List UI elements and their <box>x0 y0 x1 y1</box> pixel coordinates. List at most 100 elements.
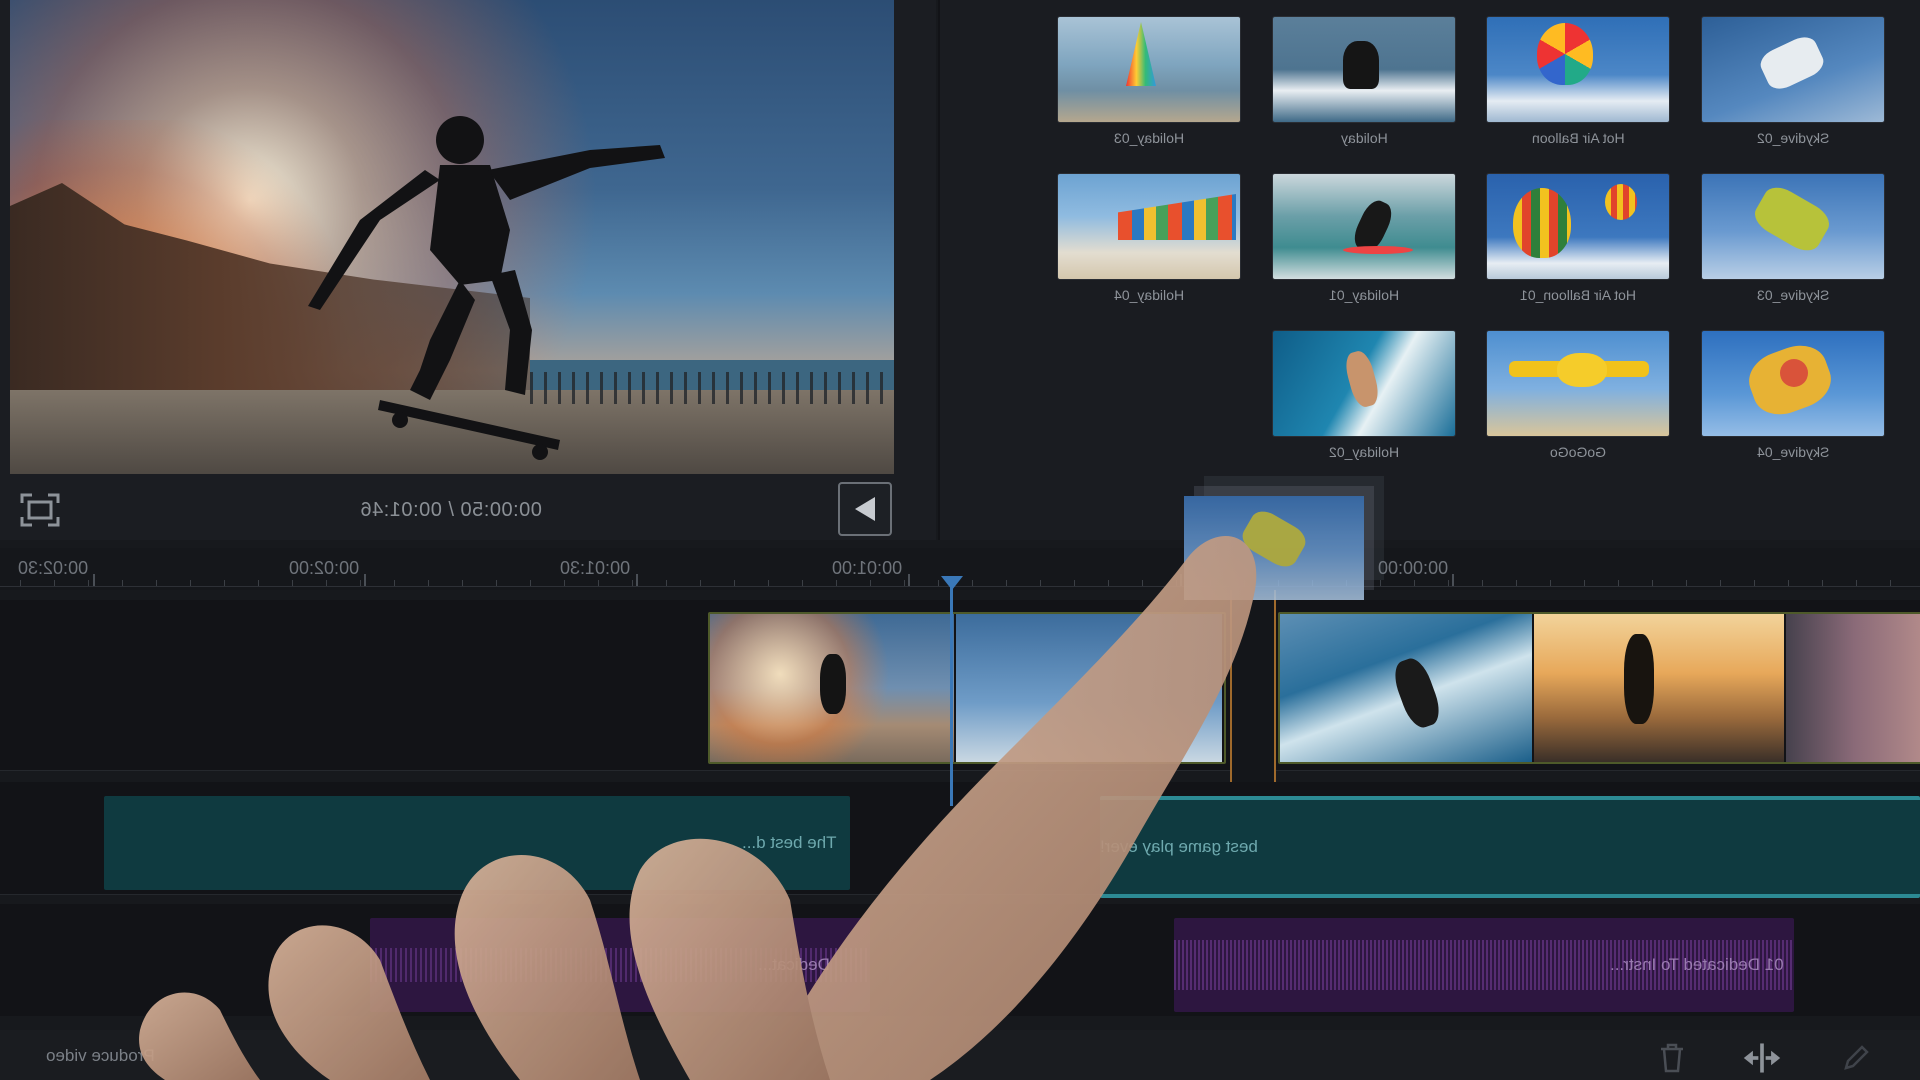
ruler-minor-tick <box>904 580 905 586</box>
dragged-clip-ghost <box>1184 496 1364 600</box>
ruler-minor-tick <box>972 580 973 586</box>
ruler-minor-tick <box>54 580 55 586</box>
media-thumbnail[interactable] <box>1487 17 1669 122</box>
ruler-minor-tick <box>1686 580 1687 586</box>
title-clip[interactable]: The best d... <box>104 796 850 890</box>
media-thumbnail[interactable] <box>1058 17 1240 122</box>
bottom-toolbar <box>0 1030 1920 1080</box>
preview-panel <box>0 0 936 540</box>
ruler-minor-tick <box>938 580 939 586</box>
playhead[interactable] <box>950 576 953 806</box>
title-clip-text: best game play ever! <box>1100 837 1258 856</box>
media-label: Holiday_03 <box>1113 130 1185 146</box>
playhead-handle[interactable] <box>941 576 963 590</box>
skater-silhouette <box>308 116 665 460</box>
media-label: Skydive_04 <box>1756 444 1830 460</box>
ruler-minor-tick <box>88 580 89 586</box>
ruler-minor-tick <box>870 580 871 586</box>
fullscreen-button[interactable] <box>18 490 62 530</box>
audio-clip[interactable]: 01 Dedicated To Instr... <box>1174 918 1794 1012</box>
ruler-minor-tick <box>1482 580 1483 586</box>
ruler-minor-tick <box>292 580 293 586</box>
media-thumbnail[interactable] <box>1273 331 1455 436</box>
ruler-minor-tick <box>462 580 463 586</box>
media-label: Hot Air Balloon_01 <box>1520 287 1636 303</box>
media-label: Holiday_04 <box>1113 287 1185 303</box>
media-thumbnail[interactable] <box>1487 174 1669 279</box>
ruler-minor-tick <box>1448 580 1449 586</box>
ruler-major-tick <box>364 574 366 586</box>
ruler-minor-tick <box>190 580 191 586</box>
video-clip[interactable] <box>1278 612 1920 764</box>
insert-position-marker <box>1230 590 1276 790</box>
timecode-display: 00:00:50 / 00:01:46 <box>360 499 542 521</box>
ruler-minor-tick <box>496 580 497 586</box>
ruler-minor-tick <box>564 580 565 586</box>
ruler-minor-tick <box>1890 580 1891 586</box>
pencil-icon <box>1844 1045 1869 1070</box>
media-thumbnail[interactable] <box>1702 17 1884 122</box>
split-icon <box>1743 1043 1781 1073</box>
play-icon <box>855 497 875 521</box>
ruler-minor-tick <box>1006 580 1007 586</box>
split-button[interactable] <box>1742 1040 1782 1076</box>
media-thumbnail[interactable] <box>1273 17 1455 122</box>
fullscreen-icon <box>20 493 60 527</box>
media-label: Holiday <box>1340 130 1388 146</box>
media-thumbnail[interactable] <box>1058 174 1240 279</box>
audio-clip[interactable]: Dedicat... <box>370 918 870 1012</box>
media-label: Holiday_02 <box>1328 444 1400 460</box>
media-thumbnail[interactable] <box>1702 331 1884 436</box>
media-thumbnail[interactable] <box>1273 174 1455 279</box>
ruler-minor-tick <box>224 580 225 586</box>
ruler-minor-tick <box>700 580 701 586</box>
play-button[interactable] <box>838 482 892 536</box>
ruler-minor-tick <box>1754 580 1755 586</box>
media-thumbnail[interactable] <box>1487 331 1669 436</box>
ruler-minor-tick <box>802 580 803 586</box>
ruler-minor-tick <box>1040 580 1041 586</box>
ruler-label: 00:01:00 <box>832 558 903 578</box>
delete-button[interactable] <box>1652 1040 1692 1076</box>
ruler-minor-tick <box>1380 580 1381 586</box>
ruler-major-tick <box>1452 574 1454 586</box>
media-label: Skydive_02 <box>1756 130 1830 146</box>
ruler-minor-tick <box>598 580 599 586</box>
edit-button[interactable] <box>1836 1040 1876 1076</box>
ruler-minor-tick <box>530 580 531 586</box>
ruler-major-tick <box>93 574 95 586</box>
ruler-major-tick <box>908 574 910 586</box>
ruler-major-tick <box>1180 574 1182 586</box>
ruler-minor-tick <box>1550 580 1551 586</box>
ruler-label: 00:02:30 <box>18 558 89 578</box>
ruler-minor-tick <box>258 580 259 586</box>
ruler-minor-tick <box>1108 580 1109 586</box>
title-clip[interactable]: best game play ever! <box>1100 796 1920 898</box>
ruler-major-tick <box>636 574 638 586</box>
ruler-minor-tick <box>1516 580 1517 586</box>
media-label: Holiday_01 <box>1328 287 1400 303</box>
ruler-minor-tick <box>1720 580 1721 586</box>
ruler-minor-tick <box>666 580 667 586</box>
ruler-minor-tick <box>122 580 123 586</box>
ruler-label: 00:00:00 <box>1378 558 1449 578</box>
ruler-minor-tick <box>1856 580 1857 586</box>
ruler-minor-tick <box>1788 580 1789 586</box>
ruler-minor-tick <box>20 580 21 586</box>
media-label: Hot Air Balloon <box>1531 130 1625 146</box>
video-preview[interactable] <box>10 0 894 474</box>
ruler-minor-tick <box>1176 580 1177 586</box>
ruler-minor-tick <box>326 580 327 586</box>
ruler-minor-tick <box>394 580 395 586</box>
audio-clip-text: 01 Dedicated To Instr... <box>1610 955 1784 974</box>
ruler-minor-tick <box>1142 580 1143 586</box>
ruler-minor-tick <box>1414 580 1415 586</box>
produce-video-label[interactable]: Produce video <box>46 1046 155 1066</box>
ruler-minor-tick <box>836 580 837 586</box>
ruler-minor-tick <box>734 580 735 586</box>
media-thumbnail[interactable] <box>1702 174 1884 279</box>
media-label: Skydive_03 <box>1756 287 1830 303</box>
ruler-minor-tick <box>360 580 361 586</box>
video-clip[interactable] <box>708 612 1226 764</box>
ruler-minor-tick <box>1618 580 1619 586</box>
